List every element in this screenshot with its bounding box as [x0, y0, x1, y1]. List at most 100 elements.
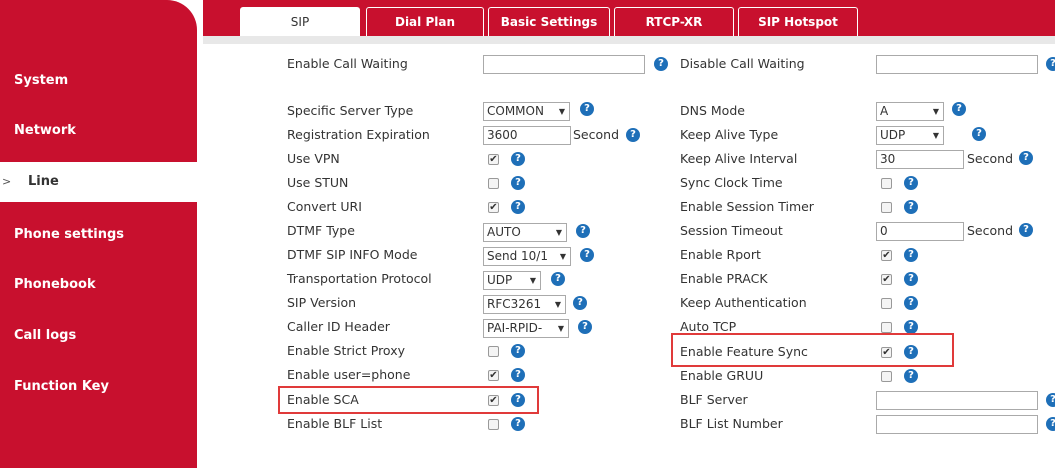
- chevron-down-icon: ▼: [554, 300, 561, 309]
- help-icon[interactable]: ?: [511, 176, 525, 190]
- unit-label: Second: [967, 223, 1014, 238]
- help-icon[interactable]: ?: [1046, 393, 1055, 407]
- sidebar-item-label: Phone settings: [14, 227, 125, 242]
- registration-expiration-label: Registration Expiration: [287, 127, 430, 142]
- help-icon[interactable]: ?: [1019, 223, 1033, 237]
- select-value: UDP: [880, 128, 906, 142]
- sip-version-label: SIP Version: [287, 295, 357, 310]
- enable-prack-checkbox[interactable]: ✔: [881, 274, 892, 285]
- sidebar-item-call-logs[interactable]: Call logs: [0, 317, 197, 355]
- convert-uri-label: Convert URI: [287, 199, 362, 214]
- blf-server-input[interactable]: [876, 391, 1038, 410]
- sidebar-item-line[interactable]: > Line: [0, 162, 197, 202]
- keep-alive-type-label: Keep Alive Type: [680, 127, 779, 142]
- dtmf-sip-info-mode-select[interactable]: Send 10/1 ▼: [483, 247, 571, 266]
- tab-label: RTCP-XR: [645, 15, 703, 29]
- sidebar-item-function-key[interactable]: Function Key: [0, 368, 197, 406]
- help-icon[interactable]: ?: [904, 272, 918, 286]
- help-icon[interactable]: ?: [511, 368, 525, 382]
- session-timeout-label: Session Timeout: [680, 223, 783, 238]
- specific-server-type-select[interactable]: COMMON ▼: [483, 102, 570, 121]
- help-icon[interactable]: ?: [576, 224, 590, 238]
- enable-gruu-label: Enable GRUU: [680, 368, 764, 383]
- enable-user-phone-checkbox[interactable]: ✔: [488, 370, 499, 381]
- help-icon[interactable]: ?: [904, 176, 918, 190]
- transportation-protocol-select[interactable]: UDP ▼: [483, 271, 541, 290]
- use-vpn-label: Use VPN: [287, 151, 340, 166]
- sidebar-item-label: Line: [28, 174, 59, 189]
- dtmf-sip-info-mode-label: DTMF SIP INFO Mode: [287, 247, 418, 262]
- help-icon[interactable]: ?: [904, 200, 918, 214]
- keep-alive-type-select[interactable]: UDP ▼: [876, 126, 944, 145]
- help-icon[interactable]: ?: [1019, 151, 1033, 165]
- sync-clock-time-checkbox[interactable]: [881, 178, 892, 189]
- keep-authentication-checkbox[interactable]: [881, 298, 892, 309]
- help-icon[interactable]: ?: [578, 320, 592, 334]
- caller-id-header-label: Caller ID Header: [287, 319, 390, 334]
- chevron-down-icon: ▼: [555, 228, 562, 237]
- registration-expiration-input[interactable]: 3600: [483, 126, 571, 145]
- enable-strict-proxy-label: Enable Strict Proxy: [287, 343, 405, 358]
- dtmf-type-select[interactable]: AUTO ▼: [483, 223, 567, 242]
- help-icon[interactable]: ?: [511, 417, 525, 431]
- help-icon[interactable]: ?: [511, 152, 525, 166]
- sidebar-item-system[interactable]: System: [0, 62, 197, 100]
- use-stun-checkbox[interactable]: [488, 178, 499, 189]
- enable-feature-sync-checkbox[interactable]: ✔: [881, 347, 892, 358]
- help-icon[interactable]: ?: [1046, 417, 1055, 431]
- help-icon[interactable]: ?: [573, 296, 587, 310]
- enable-blf-list-label: Enable BLF List: [287, 416, 383, 431]
- tab-sip-hotspot[interactable]: SIP Hotspot: [738, 7, 858, 36]
- use-vpn-checkbox[interactable]: ✔: [488, 154, 499, 165]
- sidebar-item-label: Phonebook: [14, 277, 96, 292]
- enable-call-waiting-input[interactable]: [483, 55, 645, 74]
- enable-rport-checkbox[interactable]: ✔: [881, 250, 892, 261]
- help-icon[interactable]: ?: [580, 248, 594, 262]
- enable-blf-list-checkbox[interactable]: [488, 419, 499, 430]
- dns-mode-select[interactable]: A ▼: [876, 102, 944, 121]
- chevron-down-icon: ▼: [932, 131, 939, 140]
- tab-label: Dial Plan: [394, 15, 455, 29]
- help-icon[interactable]: ?: [511, 344, 525, 358]
- enable-session-timer-checkbox[interactable]: [881, 202, 892, 213]
- auto-tcp-checkbox[interactable]: [881, 322, 892, 333]
- select-value: UDP: [487, 273, 513, 287]
- select-value: AUTO: [487, 225, 521, 239]
- help-icon[interactable]: ?: [972, 127, 986, 141]
- sidebar-item-phonebook[interactable]: Phonebook: [0, 266, 197, 304]
- help-icon[interactable]: ?: [1046, 57, 1055, 71]
- convert-uri-checkbox[interactable]: ✔: [488, 202, 499, 213]
- help-icon[interactable]: ?: [904, 296, 918, 310]
- help-icon[interactable]: ?: [654, 57, 668, 71]
- help-icon[interactable]: ?: [952, 102, 966, 116]
- caller-id-header-select[interactable]: PAI-RPID- ▼: [483, 319, 569, 338]
- disable-call-waiting-input[interactable]: [876, 55, 1038, 74]
- keep-alive-interval-input[interactable]: 30: [876, 150, 964, 169]
- help-icon[interactable]: ?: [511, 200, 525, 214]
- tab-sip[interactable]: SIP: [240, 7, 360, 36]
- keep-alive-interval-label: Keep Alive Interval: [680, 151, 798, 166]
- help-icon[interactable]: ?: [904, 369, 918, 383]
- tab-rtcp-xr[interactable]: RTCP-XR: [614, 7, 734, 36]
- select-value: Send 10/1: [487, 249, 548, 263]
- enable-gruu-checkbox[interactable]: [881, 371, 892, 382]
- tab-dial-plan[interactable]: Dial Plan: [366, 7, 484, 36]
- unit-label: Second: [967, 151, 1014, 166]
- sidebar-item-phone-settings[interactable]: Phone settings: [0, 216, 197, 254]
- tab-basic-settings[interactable]: Basic Settings: [488, 7, 610, 36]
- chevron-down-icon: ▼: [932, 107, 939, 116]
- help-icon[interactable]: ?: [904, 320, 918, 334]
- help-icon[interactable]: ?: [904, 248, 918, 262]
- enable-prack-label: Enable PRACK: [680, 271, 768, 286]
- help-icon[interactable]: ?: [626, 128, 640, 142]
- sip-version-select[interactable]: RFC3261 ▼: [483, 295, 566, 314]
- sidebar-item-network[interactable]: Network: [0, 112, 197, 150]
- blf-list-number-input[interactable]: [876, 415, 1038, 434]
- help-icon[interactable]: ?: [580, 102, 594, 116]
- help-icon[interactable]: ?: [551, 272, 565, 286]
- enable-strict-proxy-checkbox[interactable]: [488, 346, 499, 357]
- help-icon[interactable]: ?: [904, 345, 918, 359]
- dns-mode-label: DNS Mode: [680, 103, 745, 118]
- blf-list-number-label: BLF List Number: [680, 416, 783, 431]
- session-timeout-input[interactable]: 0: [876, 222, 964, 241]
